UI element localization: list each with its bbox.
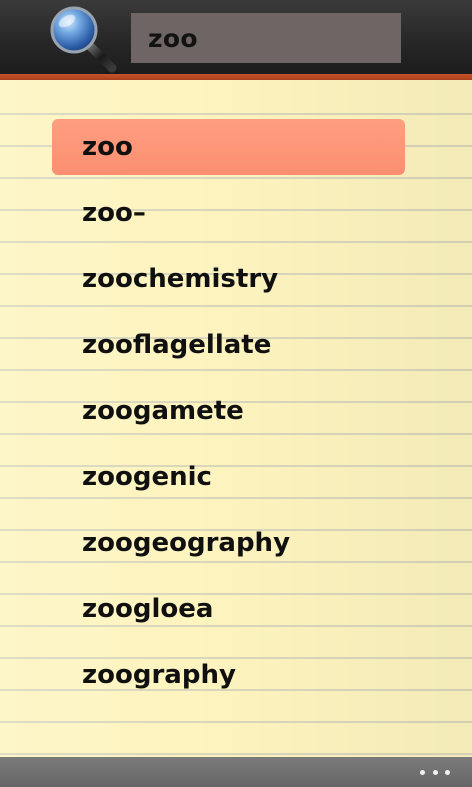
result-item[interactable]: zoo– bbox=[0, 184, 472, 250]
results-list: zoo zoo– zoochemistry zooflagellate zoog… bbox=[0, 118, 472, 712]
result-word: zoogeography bbox=[82, 528, 291, 558]
search-header: zoo bbox=[0, 0, 472, 74]
result-word: zoo– bbox=[82, 198, 146, 228]
search-query-text: zoo bbox=[148, 23, 198, 53]
result-word: zoogamete bbox=[82, 396, 244, 426]
ellipsis-icon[interactable] bbox=[420, 765, 450, 779]
result-item[interactable]: zoogamete bbox=[0, 382, 472, 448]
result-item[interactable]: zooflagellate bbox=[0, 316, 472, 382]
result-item[interactable]: zoogeography bbox=[0, 514, 472, 580]
result-word: zoography bbox=[82, 660, 236, 690]
results-notepad: zoo zoo– zoochemistry zooflagellate zoog… bbox=[0, 80, 472, 757]
result-item[interactable]: zoography bbox=[0, 646, 472, 712]
search-input[interactable]: zoo bbox=[131, 13, 401, 63]
app-bar bbox=[0, 757, 472, 787]
result-item[interactable]: zoochemistry bbox=[0, 250, 472, 316]
result-item[interactable]: zoogloea bbox=[0, 580, 472, 646]
result-item[interactable]: zoogenic bbox=[0, 448, 472, 514]
result-word: zoogenic bbox=[82, 462, 212, 492]
result-word: zooflagellate bbox=[82, 330, 272, 360]
result-word: zoo bbox=[82, 132, 133, 162]
dictionary-app: zoo zoo zoo– zoochemistry zooflagellate … bbox=[0, 0, 472, 787]
result-word: zoogloea bbox=[82, 594, 214, 624]
magnifier-icon[interactable] bbox=[46, 2, 120, 76]
result-item-selected[interactable]: zoo bbox=[0, 118, 472, 184]
result-word: zoochemistry bbox=[82, 264, 279, 294]
